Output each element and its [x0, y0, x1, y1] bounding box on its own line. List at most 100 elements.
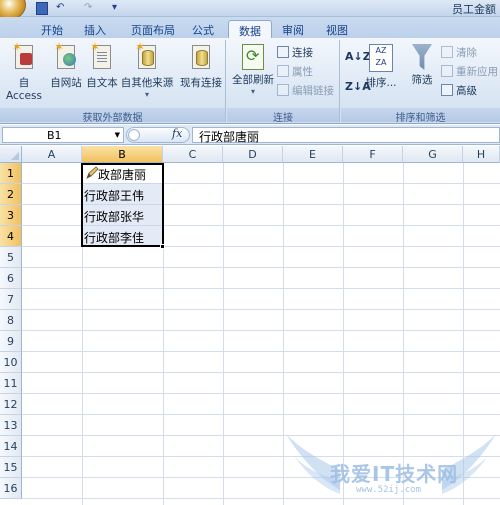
name-box-dropdown-icon[interactable]: ▼ — [115, 131, 120, 139]
text-icon: ✶ — [90, 41, 114, 72]
row-header-5[interactable]: 5 — [0, 247, 22, 268]
grid-line — [22, 435, 500, 436]
name-box[interactable]: B1 ▼ — [2, 127, 124, 143]
row-header-13[interactable]: 13 — [0, 415, 22, 436]
row-header-11[interactable]: 11 — [0, 373, 22, 394]
cell-b3[interactable]: 行政部张华 — [82, 208, 163, 225]
connections-label: 连接 — [292, 47, 313, 59]
clear-label: 清除 — [456, 47, 477, 59]
column-header-e[interactable]: E — [283, 146, 343, 163]
tab-data[interactable]: 数据 — [228, 20, 272, 38]
properties-button[interactable]: 属性 — [277, 64, 313, 79]
row-header-1[interactable]: 1 — [0, 163, 22, 184]
filter-label: 筛选 — [411, 74, 433, 86]
from-text-label: 自文本 — [86, 77, 118, 89]
advanced-filter-icon — [441, 84, 453, 96]
chevron-down-icon: ▾ — [250, 87, 255, 96]
row-header-8[interactable]: 8 — [0, 310, 22, 331]
row-header-6[interactable]: 6 — [0, 268, 22, 289]
tab-page-layout[interactable]: 页面布局 — [124, 20, 182, 38]
row-header-2[interactable]: 2 — [0, 184, 22, 205]
group-label-get-external: 获取外部数据 — [0, 108, 225, 124]
tab-insert[interactable]: 插入 — [78, 20, 112, 38]
from-access-button[interactable]: ✶ 自 Access — [0, 41, 48, 102]
quick-access-more-icon[interactable]: ▾ — [112, 2, 117, 15]
tab-review[interactable]: 审阅 — [276, 20, 310, 38]
from-web-button[interactable]: ✶ 自网站 — [48, 41, 84, 90]
grid-line — [22, 498, 500, 499]
column-header-g[interactable]: G — [403, 146, 463, 163]
from-web-label: 自网站 — [50, 77, 82, 89]
connections-icon — [277, 46, 289, 58]
properties-icon — [277, 65, 289, 77]
cell-b4[interactable]: 行政部李佳 — [82, 229, 163, 246]
filter-button[interactable]: 筛选 — [405, 44, 439, 87]
sort-button[interactable]: AZ ZA 排序... — [363, 44, 399, 90]
formula-bar: B1 ▼ fx 行政部唐丽 — [0, 125, 500, 145]
ribbon: ✶ 自 Access ✶ 自网站 ✶ 自文本 ✶ 自其他来源 ▾ 现有连接 获取… — [0, 38, 500, 124]
formula-bar-handle-icon[interactable] — [128, 129, 140, 141]
chevron-down-icon: ▾ — [144, 90, 149, 99]
access-icon: ✶ — [12, 41, 36, 72]
column-header-f[interactable]: F — [343, 146, 403, 163]
grid-line — [403, 163, 404, 505]
column-header-d[interactable]: D — [223, 146, 283, 163]
column-header-h[interactable]: H — [463, 146, 500, 163]
watermark-text: 我爱IT技术网 — [330, 462, 459, 486]
group-label-sort-filter: 排序和筛选 — [341, 108, 500, 124]
from-text-button[interactable]: ✶ 自文本 — [84, 41, 120, 90]
group-sort-filter: A↓Z Z↓A AZ ZA 排序... 筛选 清除 重新应用 高级 排序和筛选 — [341, 40, 500, 124]
edit-links-button[interactable]: 编辑链接 — [277, 83, 334, 98]
grid-line — [22, 456, 500, 457]
edit-links-label: 编辑链接 — [292, 85, 334, 97]
row-header-4[interactable]: 4 — [0, 226, 22, 247]
undo-icon[interactable]: ↶ — [56, 2, 64, 15]
column-header-c[interactable]: C — [163, 146, 223, 163]
grid-line — [223, 163, 224, 505]
from-other-sources-label: 自其他来源 — [120, 77, 174, 89]
row-header-3[interactable]: 3 — [0, 205, 22, 226]
row-header-16[interactable]: 16 — [0, 478, 22, 499]
row-header-7[interactable]: 7 — [0, 289, 22, 310]
from-other-sources-button[interactable]: ✶ 自其他来源 ▾ — [120, 41, 174, 99]
reapply-button[interactable]: 重新应用 — [441, 64, 498, 79]
sort-label: 排序... — [365, 77, 397, 89]
grid-line — [22, 267, 500, 268]
window-title: 员工金额 — [452, 3, 496, 16]
row-header-15[interactable]: 15 — [0, 457, 22, 478]
formula-input[interactable]: 行政部唐丽 — [192, 127, 500, 144]
grid-line — [22, 309, 500, 310]
refresh-all-button[interactable]: 全部刷新 ▾ — [229, 44, 277, 96]
worksheet-grid[interactable]: A B C D E F G H 1 2 3 4 5 6 7 8 9 10 11 … — [0, 146, 500, 505]
row-header-9[interactable]: 9 — [0, 331, 22, 352]
grid-line — [22, 393, 500, 394]
title-bar: ↶ ↷ ▾ 员工金额 — [0, 0, 500, 20]
advanced-button[interactable]: 高级 — [441, 83, 477, 98]
insert-function-icon[interactable]: fx — [172, 127, 182, 140]
cell-b1[interactable]: 政部唐丽 — [82, 166, 163, 183]
existing-connections-button[interactable]: 现有连接 — [177, 44, 225, 90]
grid-line — [22, 330, 500, 331]
row-header-14[interactable]: 14 — [0, 436, 22, 457]
connections-button[interactable]: 连接 — [277, 45, 313, 60]
cell-b2[interactable]: 行政部王伟 — [82, 187, 163, 204]
edit-links-icon — [277, 84, 289, 96]
refresh-icon — [242, 44, 264, 70]
filter-icon — [412, 44, 432, 70]
clear-button[interactable]: 清除 — [441, 45, 477, 60]
grid-line — [343, 163, 344, 505]
reapply-icon — [441, 65, 453, 77]
save-icon[interactable] — [36, 2, 48, 15]
tab-home[interactable]: 开始 — [35, 20, 69, 38]
watermark-url: www.52ij.com — [356, 485, 422, 495]
tab-view[interactable]: 视图 — [320, 20, 354, 38]
redo-icon[interactable]: ↷ — [84, 2, 92, 15]
column-header-a[interactable]: A — [22, 146, 82, 163]
existing-connections-label: 现有连接 — [180, 77, 222, 89]
row-header-10[interactable]: 10 — [0, 352, 22, 373]
row-header-12[interactable]: 12 — [0, 394, 22, 415]
sort-dialog-icon: AZ ZA — [369, 44, 393, 72]
select-all-corner[interactable] — [0, 146, 22, 163]
column-header-b[interactable]: B — [82, 146, 163, 163]
tab-formulas[interactable]: 公式 — [186, 20, 220, 38]
